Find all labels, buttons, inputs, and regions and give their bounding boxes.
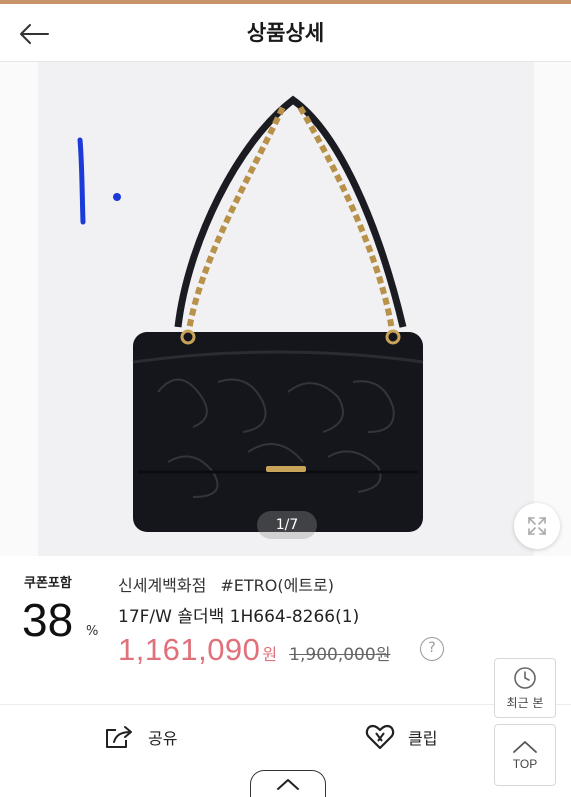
bag-illustration xyxy=(77,95,424,532)
sale-price: 1,161,090 xyxy=(118,632,261,667)
back-button[interactable] xyxy=(14,16,54,52)
product-name: 17F/W 숄더백 1H664-8266(1) xyxy=(118,607,360,627)
store-name[interactable]: 신세계백화점 xyxy=(118,576,206,595)
share-label: 공유 xyxy=(148,729,178,748)
share-icon xyxy=(106,726,132,748)
coupon-label: 쿠폰포함 xyxy=(24,576,72,591)
product-info: 쿠폰포함 38 % 신세계백화점 #ETRO(에트로) 17F/W 숄더백 1H6… xyxy=(0,556,571,706)
price-help-button[interactable]: ? xyxy=(420,637,444,661)
chevron-up-icon xyxy=(277,779,299,790)
page-title: 상품상세 xyxy=(246,21,325,45)
brand-tag[interactable]: #ETRO(에트로) xyxy=(220,576,334,595)
section-divider xyxy=(0,704,571,705)
recent-viewed-label: 최근 본 xyxy=(506,695,544,710)
clip-button[interactable]: 클립 xyxy=(364,720,437,754)
product-image[interactable] xyxy=(38,62,534,556)
gallery-page-indicator: 1/7 xyxy=(257,511,317,539)
discount-rate: 38 xyxy=(22,594,74,646)
header: 상품상세 xyxy=(0,4,571,62)
heart-icon xyxy=(365,724,395,750)
expand-icon xyxy=(528,517,546,535)
arrow-left-icon xyxy=(20,24,49,44)
price-line: 1,161,090 원 1,900,000 원 xyxy=(118,632,390,672)
share-button[interactable]: 공유 xyxy=(104,720,177,754)
scroll-top-button[interactable]: TOP xyxy=(494,724,556,786)
clip-label: 클립 xyxy=(408,729,438,748)
sale-price-unit: 원 xyxy=(262,645,278,664)
clock-icon xyxy=(514,666,536,689)
discount-unit: % xyxy=(86,624,99,639)
original-price: 1,900,000 xyxy=(289,645,376,665)
expand-drawer-button[interactable] xyxy=(250,770,326,797)
original-price-unit: 원 xyxy=(375,645,391,664)
product-gallery[interactable]: 1/7 xyxy=(0,62,571,556)
scroll-top-label: TOP xyxy=(512,757,538,771)
store-line: 신세계백화점 #ETRO(에트로) xyxy=(118,572,334,596)
recent-viewed-button[interactable]: 최근 본 xyxy=(494,658,556,718)
chevron-up-icon xyxy=(513,741,537,753)
zoom-button[interactable] xyxy=(514,503,560,549)
